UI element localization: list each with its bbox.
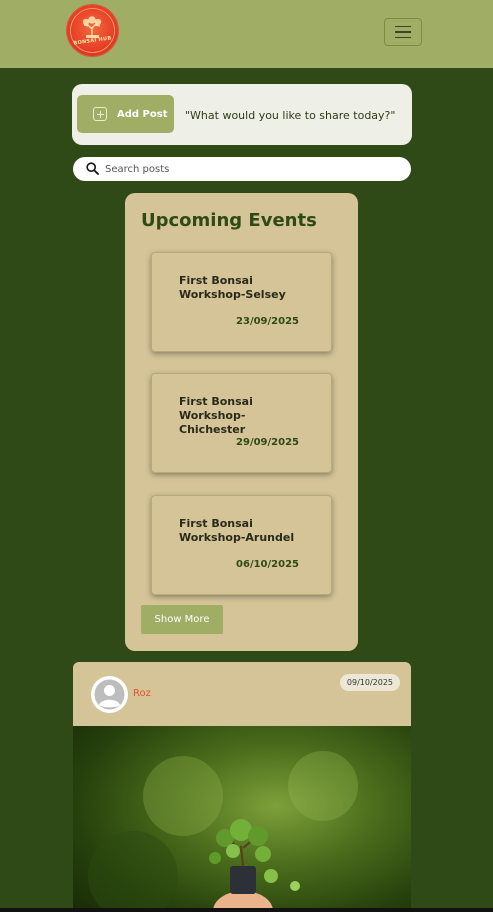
search-input[interactable] bbox=[105, 160, 395, 178]
event-card[interactable]: First Bonsai Workshop-Arundel 06/10/2025 bbox=[151, 495, 332, 595]
bonsai-tree-photo[interactable] bbox=[73, 726, 411, 912]
hamburger-menu-icon[interactable] bbox=[384, 18, 422, 46]
events-title: Upcoming Events bbox=[141, 210, 317, 231]
event-card[interactable]: First Bonsai Workshop-Chichester 29/09/2… bbox=[151, 373, 332, 473]
add-post-panel: Add Post "What would you like to share t… bbox=[72, 84, 412, 145]
share-prompt[interactable]: "What would you like to share today?" bbox=[185, 109, 395, 122]
search-bar[interactable] bbox=[73, 157, 411, 181]
event-date: 06/10/2025 bbox=[236, 559, 299, 570]
event-name: First Bonsai Workshop-Selsey bbox=[179, 274, 286, 301]
post-date-badge: 09/10/2025 bbox=[339, 674, 400, 691]
post-card: Roz 09/10/2025 bbox=[73, 662, 411, 912]
plus-square-icon bbox=[93, 107, 107, 121]
event-date: 23/09/2025 bbox=[236, 316, 299, 327]
bottom-edge bbox=[0, 908, 493, 912]
top-navbar: BONSAI HUB bbox=[0, 0, 493, 68]
event-card[interactable]: First Bonsai Workshop-Selsey 23/09/2025 bbox=[151, 252, 332, 352]
event-date: 29/09/2025 bbox=[236, 437, 299, 448]
upcoming-events-panel: Upcoming Events First Bonsai Workshop-Se… bbox=[125, 193, 358, 651]
add-post-label: Add Post bbox=[117, 108, 168, 120]
show-more-button[interactable]: Show More bbox=[141, 605, 223, 634]
user-avatar-icon[interactable] bbox=[91, 676, 128, 713]
event-name: First Bonsai Workshop-Arundel bbox=[179, 517, 295, 544]
add-post-button[interactable]: Add Post bbox=[77, 95, 174, 133]
post-author[interactable]: Roz bbox=[133, 688, 151, 699]
bonsai-hub-logo[interactable]: BONSAI HUB bbox=[67, 5, 118, 56]
search-icon bbox=[86, 162, 99, 175]
event-name: First Bonsai Workshop-Chichester bbox=[179, 395, 253, 436]
